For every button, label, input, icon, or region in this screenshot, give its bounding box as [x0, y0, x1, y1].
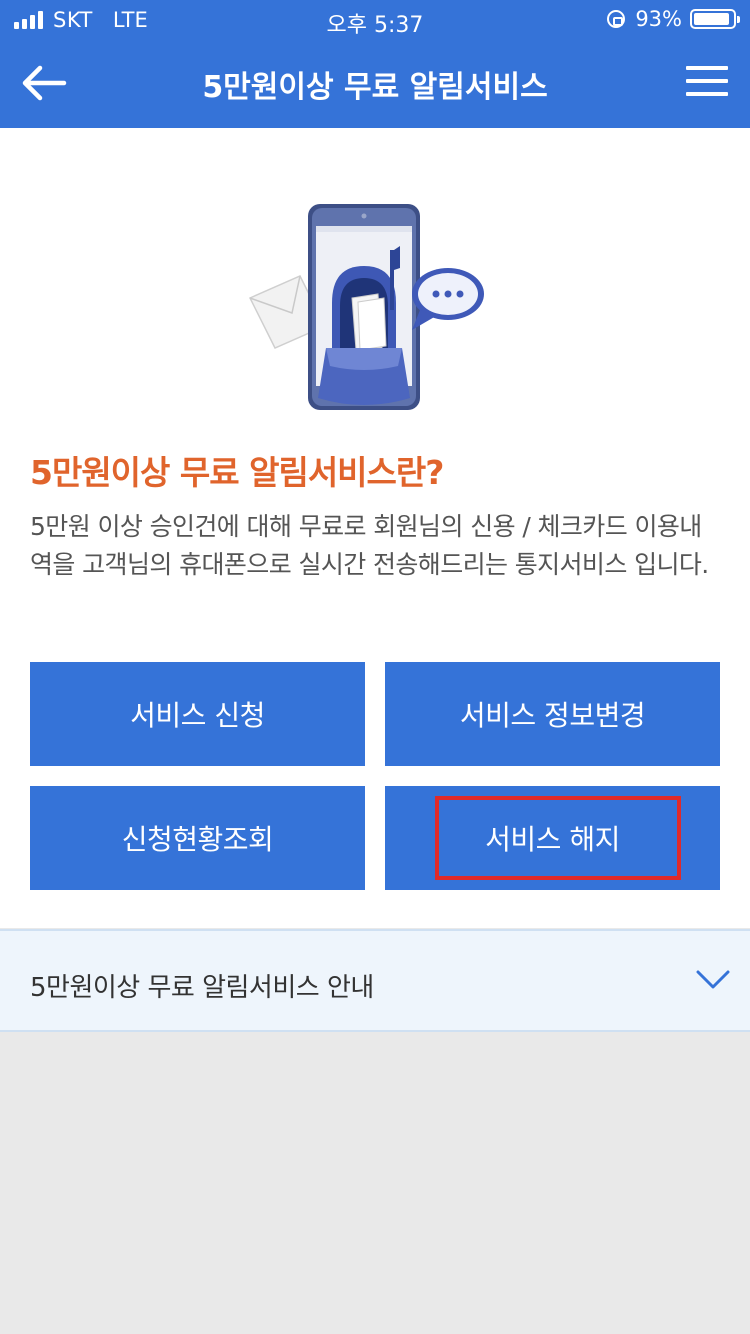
intro-title: 5만원이상 무료 알림서비스란? — [30, 453, 444, 492]
service-apply-label: 서비스 신청 — [130, 699, 265, 732]
service-guide-accordion[interactable]: 5만원이상 무료 알림서비스 안내 — [0, 929, 750, 1032]
speech-bubble-icon — [412, 268, 484, 330]
battery-fill — [694, 13, 730, 25]
page-title: 5만원이상 무료 알림서비스 — [202, 70, 548, 105]
service-info-change-label: 서비스 정보변경 — [459, 699, 646, 732]
application-status-button[interactable]: 신청현황조회 — [30, 786, 365, 890]
service-apply-button[interactable]: 서비스 신청 — [30, 662, 365, 766]
status-right: 93% — [607, 7, 740, 31]
main-content: 5만원이상 무료 알림서비스란? 5만원 이상 승인건에 대해 무료로 회원님의… — [0, 128, 750, 928]
battery-percent: 93% — [635, 7, 682, 31]
orientation-lock-icon — [607, 10, 626, 28]
status-bar: SKT LTE 오후 5:37 93% — [0, 0, 750, 40]
hamburger-menu-icon — [686, 66, 728, 96]
nav-bar: 5만원이상 무료 알림서비스 — [0, 40, 750, 128]
application-status-label: 신청현황조회 — [121, 823, 274, 856]
service-cancel-button[interactable]: 서비스 해지 — [385, 786, 720, 890]
menu-button[interactable] — [686, 66, 728, 100]
service-info-change-button[interactable]: 서비스 정보변경 — [385, 662, 720, 766]
service-cancel-label: 서비스 해지 — [485, 823, 620, 856]
chevron-down-icon — [696, 970, 730, 989]
top-bar: SKT LTE 오후 5:37 93% 5만원이상 무료 알림서비스 — [0, 0, 750, 128]
intro-description: 5만원 이상 승인건에 대해 무료로 회원님의 신용 / 체크카드 이용내역을 … — [30, 512, 709, 579]
battery-icon — [690, 9, 740, 29]
phone-mailbox-illustration — [248, 204, 484, 410]
accordion-label: 5만원이상 무료 알림서비스 안내 — [30, 973, 374, 1003]
